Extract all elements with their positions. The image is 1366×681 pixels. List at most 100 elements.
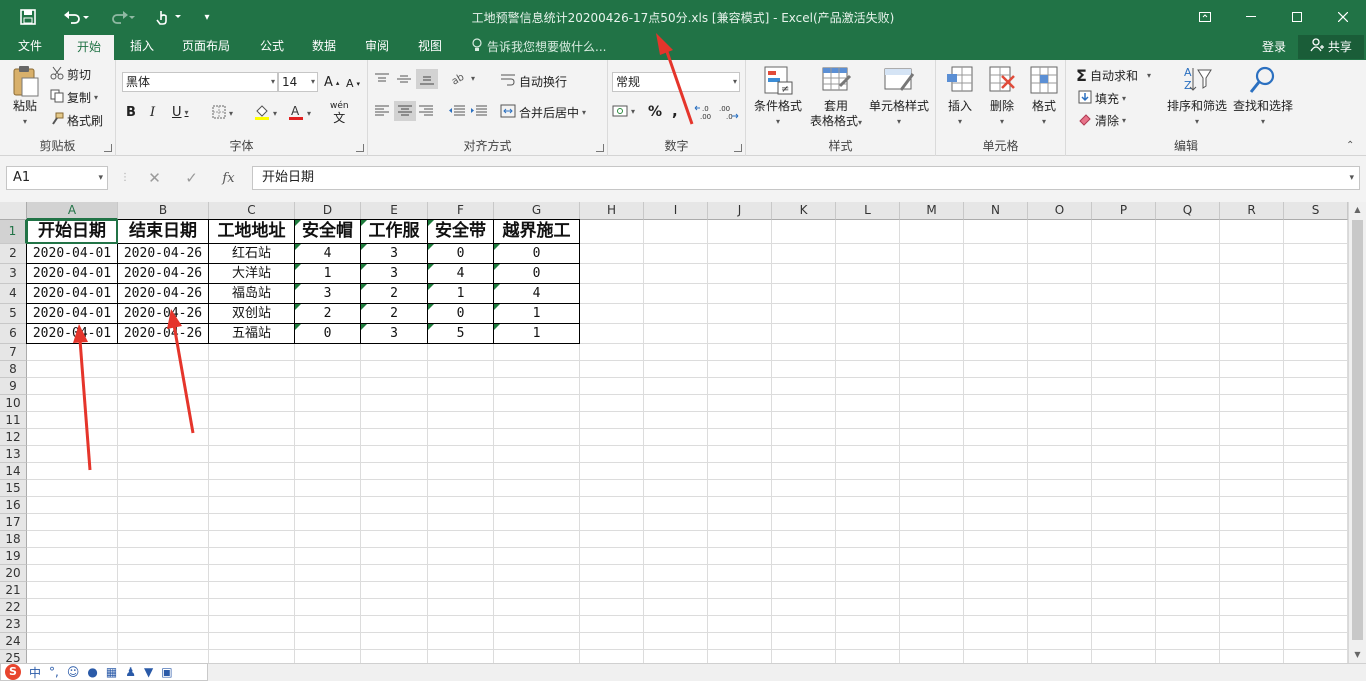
row-header-4[interactable]: 4 xyxy=(0,284,27,304)
column-header-b[interactable]: B xyxy=(118,202,209,220)
clipboard-launcher-icon[interactable] xyxy=(104,144,112,152)
row-header-12[interactable]: 12 xyxy=(0,429,27,446)
merge-center-button[interactable]: 合并后居中 ▾ xyxy=(500,104,586,121)
column-header-n[interactable]: N xyxy=(964,202,1028,220)
percent-button[interactable]: % xyxy=(648,104,662,120)
fill-button[interactable]: 填充 ▾ xyxy=(1078,90,1126,107)
column-header-a[interactable]: A xyxy=(27,202,118,220)
row-header-10[interactable]: 10 xyxy=(0,395,27,412)
row-header-20[interactable]: 20 xyxy=(0,565,27,582)
row-header-9[interactable]: 9 xyxy=(0,378,27,395)
underline-button[interactable]: U ▾ xyxy=(172,105,189,120)
clear-button[interactable]: 清除 ▾ xyxy=(1078,112,1126,129)
vertical-scrollbar[interactable]: ▲ ▼ xyxy=(1348,202,1366,663)
cell-d2[interactable]: 4 xyxy=(295,244,360,263)
ime-mode[interactable]: 中 xyxy=(29,664,41,681)
cell-d4[interactable]: 3 xyxy=(295,284,360,303)
cell-g3[interactable]: 0 xyxy=(494,264,579,283)
cell-b6[interactable]: 2020-04-26 xyxy=(118,324,208,343)
toolbox-icon[interactable]: ▣ xyxy=(161,665,172,679)
autosum-button[interactable]: Σ 自动求和 ▾ xyxy=(1076,66,1151,85)
column-header-r[interactable]: R xyxy=(1220,202,1284,220)
column-header-c[interactable]: C xyxy=(209,202,295,220)
column-header-o[interactable]: O xyxy=(1028,202,1092,220)
row-header-15[interactable]: 15 xyxy=(0,480,27,497)
copy-button[interactable]: 复制 ▾ xyxy=(50,89,98,106)
ribbon-display-icon[interactable] xyxy=(1182,4,1228,30)
column-header-i[interactable]: I xyxy=(644,202,708,220)
conditional-format-button[interactable]: ≠ 条件格式 ▾ xyxy=(750,64,806,129)
wrap-text-button[interactable]: 自动换行 xyxy=(500,73,567,90)
sogou-logo-icon[interactable]: S xyxy=(5,664,21,680)
cell-b5[interactable]: 2020-04-26 xyxy=(118,304,208,323)
paste-button[interactable]: 粘贴 ▾ xyxy=(6,64,44,129)
row-header-24[interactable]: 24 xyxy=(0,633,27,650)
grow-font-icon[interactable]: A ▴ xyxy=(324,75,339,90)
row-header-25[interactable]: 25 xyxy=(0,650,27,663)
row-header-14[interactable]: 14 xyxy=(0,463,27,480)
font-color-button[interactable]: A ▾ xyxy=(288,104,311,123)
italic-button[interactable]: I xyxy=(150,105,155,120)
name-box[interactable]: A1 ▾ xyxy=(6,166,108,190)
cell-e1[interactable]: 工作服 xyxy=(361,220,427,243)
orientation-icon[interactable]: ab ▾ xyxy=(450,70,475,86)
font-size-combo[interactable]: 14 ▾ xyxy=(278,72,318,92)
enter-icon[interactable]: ✓ xyxy=(173,169,210,187)
row-header-18[interactable]: 18 xyxy=(0,531,27,548)
column-header-m[interactable]: M xyxy=(900,202,964,220)
accounting-format-icon[interactable]: ▾ xyxy=(612,104,635,118)
row-header-21[interactable]: 21 xyxy=(0,582,27,599)
right-align-icon[interactable] xyxy=(418,104,434,118)
left-align-icon[interactable] xyxy=(374,104,390,118)
column-header-k[interactable]: K xyxy=(772,202,836,220)
tab-data[interactable]: 数据 xyxy=(304,34,344,60)
find-select-button[interactable]: 查找和选择 ▾ xyxy=(1230,64,1296,129)
cell-e4[interactable]: 2 xyxy=(361,284,427,303)
tab-home[interactable]: 开始 xyxy=(64,35,114,60)
borders-button[interactable]: ▾ xyxy=(212,105,233,122)
select-all-corner[interactable] xyxy=(0,202,27,220)
row-header-11[interactable]: 11 xyxy=(0,412,27,429)
row-header-19[interactable]: 19 xyxy=(0,548,27,565)
cell-a3[interactable]: 2020-04-01 xyxy=(27,264,117,283)
tell-me-box[interactable]: 告诉我您想要做什么... xyxy=(472,37,606,56)
cell-g4[interactable]: 4 xyxy=(494,284,579,303)
row-header-16[interactable]: 16 xyxy=(0,497,27,514)
fill-color-button[interactable]: ▾ xyxy=(254,104,277,123)
middle-align-icon[interactable] xyxy=(396,72,412,86)
keyboard-icon[interactable]: ▦ xyxy=(106,665,117,679)
user-icon[interactable]: ♟ xyxy=(125,665,136,679)
format-cells-button[interactable]: 格式 ▾ xyxy=(1026,64,1062,129)
cell-a4[interactable]: 2020-04-01 xyxy=(27,284,117,303)
row-header-8[interactable]: 8 xyxy=(0,361,27,378)
cell-g1[interactable]: 越界施工 xyxy=(494,220,579,243)
top-align-icon[interactable] xyxy=(374,72,390,86)
cell-f3[interactable]: 4 xyxy=(428,264,493,283)
row-header-7[interactable]: 7 xyxy=(0,344,27,361)
bold-button[interactable]: B xyxy=(126,105,136,120)
cell-c2[interactable]: 红石站 xyxy=(209,244,294,263)
cell-b1[interactable]: 结束日期 xyxy=(118,220,208,243)
cell-f6[interactable]: 5 xyxy=(428,324,493,343)
row-header-1[interactable]: 1 xyxy=(0,220,27,244)
share-button[interactable]: 共享 xyxy=(1298,35,1364,59)
row-header-6[interactable]: 6 xyxy=(0,324,27,344)
emoji-icon[interactable]: ☺ xyxy=(67,665,80,679)
scrollbar-thumb[interactable] xyxy=(1352,220,1363,640)
column-header-l[interactable]: L xyxy=(836,202,900,220)
shrink-font-icon[interactable]: A ▾ xyxy=(346,77,360,90)
scroll-down-icon[interactable]: ▼ xyxy=(1349,647,1366,663)
row-header-17[interactable]: 17 xyxy=(0,514,27,531)
delete-cells-button[interactable]: 删除 ▾ xyxy=(984,64,1020,129)
maximize-icon[interactable] xyxy=(1274,4,1320,30)
tab-review[interactable]: 审阅 xyxy=(357,34,397,60)
cell-f4[interactable]: 1 xyxy=(428,284,493,303)
phonetic-button[interactable]: wén 文 xyxy=(330,100,349,124)
format-as-table-button[interactable]: 套用 表格格式▾ xyxy=(804,64,868,130)
column-header-f[interactable]: F xyxy=(428,202,494,220)
row-header-13[interactable]: 13 xyxy=(0,446,27,463)
decrease-decimal-icon[interactable]: .00.0 xyxy=(718,104,740,120)
cell-d1[interactable]: 安全帽 xyxy=(295,220,360,243)
alignment-launcher-icon[interactable] xyxy=(596,144,604,152)
cell-g2[interactable]: 0 xyxy=(494,244,579,263)
